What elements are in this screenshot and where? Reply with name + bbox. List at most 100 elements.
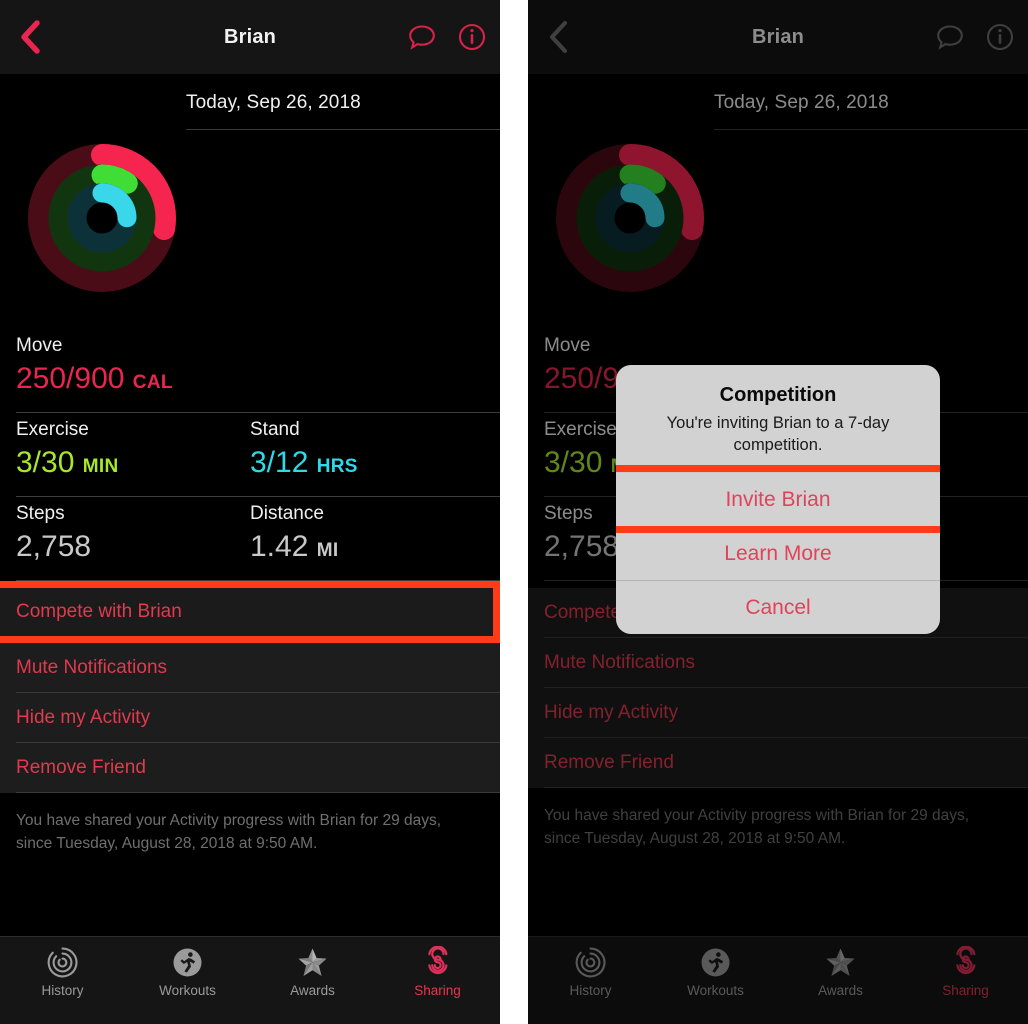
page-title: Brian <box>223 25 277 48</box>
stat-value: 2,758 <box>16 527 234 571</box>
navbar-actions <box>408 23 486 51</box>
alert-title: Competition <box>719 384 837 406</box>
navigation-bar: Brian <box>528 0 1028 74</box>
stat-divider <box>16 580 500 581</box>
tab-workouts[interactable]: Workouts <box>653 946 778 998</box>
activity-rings-icon <box>556 144 704 292</box>
stat-block-steps-distance: Steps 2,758 Distance 1.42 MI <box>0 497 500 581</box>
phone-screen-right: Brian Today, Sep 26, 2018 Move 250/900 E… <box>528 0 1028 1024</box>
message-button[interactable] <box>408 24 436 50</box>
chevron-left-icon <box>21 20 40 54</box>
info-button[interactable] <box>986 23 1014 51</box>
navigation-bar: Brian <box>0 0 500 74</box>
info-button[interactable] <box>458 23 486 51</box>
date-divider <box>714 129 1028 130</box>
tab-bar: History Workouts Awards Sharing <box>0 936 500 1024</box>
alert-button-label: Invite Brian <box>725 487 831 511</box>
stat-number: 2,758 <box>544 530 620 563</box>
stat-value: 3/12 HRS <box>250 443 500 487</box>
tab-label: Sharing <box>942 983 989 998</box>
stat-unit: CAL <box>132 372 173 393</box>
action-hide-my-activity[interactable]: Hide my Activity <box>0 693 500 743</box>
back-button[interactable] <box>540 17 576 57</box>
tab-history[interactable]: History <box>528 946 653 998</box>
action-label: Hide my Activity <box>16 707 151 728</box>
action-mute-notifications[interactable]: Mute Notifications <box>0 643 500 693</box>
alert-header: Competition You're inviting Brian to a 7… <box>616 365 940 472</box>
stat-number: 3/30 <box>544 446 603 479</box>
stat-value: 1.42 MI <box>250 527 500 571</box>
stat-label: Stand <box>250 419 300 440</box>
activity-rings-icon <box>28 144 176 292</box>
stat-label: Steps <box>16 503 65 524</box>
activity-rings[interactable] <box>550 138 710 303</box>
sharing-footnote: You have shared your Activity progress w… <box>528 788 1023 850</box>
stat-cell-exercise: Exercise 3/30 MIN <box>0 417 234 487</box>
tab-label: Awards <box>290 983 335 998</box>
date-header: Today, Sep 26, 2018 <box>0 74 500 134</box>
stat-cell-distance: Distance 1.42 MI <box>234 501 500 571</box>
message-button[interactable] <box>936 24 964 50</box>
back-button[interactable] <box>12 17 48 57</box>
sharing-footnote: You have shared your Activity progress w… <box>0 793 495 855</box>
activity-rings[interactable] <box>22 138 182 303</box>
tab-workouts[interactable]: Workouts <box>125 946 250 998</box>
action-divider <box>544 787 1028 788</box>
workouts-runner-icon <box>173 948 202 977</box>
stat-label: Move <box>544 335 591 356</box>
stat-cell-move: Move 250/900 CAL <box>0 333 234 403</box>
activity-rings-area <box>0 134 500 329</box>
action-compete-with-brian[interactable]: Compete with Brian <box>0 588 493 636</box>
stat-label: Exercise <box>16 419 89 440</box>
page-title: Brian <box>751 25 805 48</box>
stat-label: Move <box>16 335 63 356</box>
stat-number: 3/12 <box>250 446 309 479</box>
stat-cell-steps: Steps 2,758 <box>0 501 234 571</box>
footnote-line-1: You have shared your Activity progress w… <box>544 807 970 824</box>
tab-label: Workouts <box>687 983 744 998</box>
tab-sharing[interactable]: Sharing <box>375 946 500 998</box>
action-remove-friend[interactable]: Remove Friend <box>528 738 1028 788</box>
tab-label: Sharing <box>414 983 461 998</box>
tab-awards[interactable]: Awards <box>250 946 375 998</box>
date-label: Today, Sep 26, 2018 <box>186 92 361 113</box>
alert-message: You're inviting Brian to a 7-day competi… <box>666 414 890 454</box>
tab-awards[interactable]: Awards <box>778 946 903 998</box>
tab-label: Workouts <box>159 983 216 998</box>
alert-button-invite-brian[interactable]: Invite Brian <box>616 472 940 526</box>
stat-number: 250/900 <box>16 362 125 395</box>
workouts-runner-icon <box>701 948 730 977</box>
tab-label: History <box>569 983 612 998</box>
stats-section: Move 250/900 CAL Exercise 3/30 MIN Stand… <box>0 329 500 581</box>
action-hide-my-activity[interactable]: Hide my Activity <box>528 688 1028 738</box>
history-rings-icon <box>575 947 606 978</box>
action-remove-friend[interactable]: Remove Friend <box>0 743 500 793</box>
action-label: Mute Notifications <box>544 652 696 673</box>
tab-label: Awards <box>818 983 863 998</box>
stat-block-move: Move 250/900 CAL <box>0 329 500 413</box>
action-label: Compete with Brian <box>16 601 182 622</box>
info-circle-icon <box>986 23 1014 51</box>
stat-block-exercise-stand: Exercise 3/30 MIN Stand 3/12 HRS <box>0 413 500 497</box>
alert-button-label: Cancel <box>745 595 811 619</box>
action-label: Remove Friend <box>544 752 674 773</box>
action-label: Hide my Activity <box>544 702 679 723</box>
info-circle-icon <box>458 23 486 51</box>
alert-button-learn-more[interactable]: Learn More <box>616 526 940 580</box>
action-mute-notifications[interactable]: Mute Notifications <box>528 638 1028 688</box>
alert-button-cancel[interactable]: Cancel <box>616 580 940 634</box>
stat-unit: MIN <box>82 456 119 477</box>
footnote-line-2: since Tuesday, August 28, 2018 at 9:50 A… <box>544 830 846 847</box>
date-label: Today, Sep 26, 2018 <box>714 92 889 113</box>
tab-history[interactable]: History <box>0 946 125 998</box>
footnote-line-2: since Tuesday, August 28, 2018 at 9:50 A… <box>16 835 318 852</box>
tab-label: History <box>41 983 84 998</box>
stat-number: 3/30 <box>16 446 75 479</box>
action-divider <box>16 792 500 793</box>
stat-unit: HRS <box>316 456 358 477</box>
tab-sharing[interactable]: Sharing <box>903 946 1028 998</box>
action-list: Compete with Brian Mute Notifications Hi… <box>0 588 500 793</box>
navbar-actions <box>936 23 1014 51</box>
tab-bar: History Workouts Awards Sharing <box>528 936 1028 1024</box>
sharing-s-icon <box>428 946 448 975</box>
